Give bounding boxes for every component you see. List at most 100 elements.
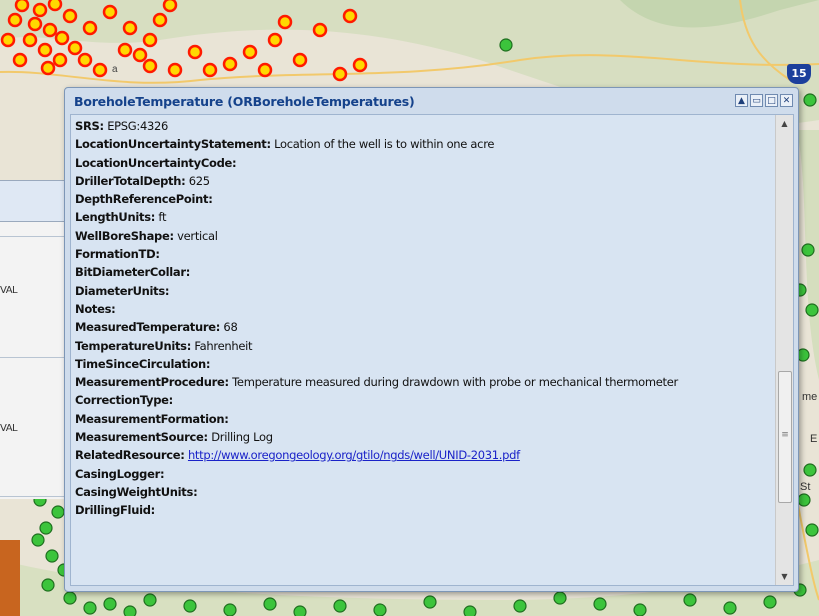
attribute-colon: :	[159, 466, 165, 481]
well-marker[interactable]	[51, 505, 65, 519]
well-marker[interactable]	[82, 20, 98, 36]
well-marker[interactable]	[142, 32, 158, 48]
close-button[interactable]: ✕	[780, 94, 793, 107]
related-resource-link[interactable]: http://www.oregongeology.org/gtilo/ngds/…	[188, 448, 520, 462]
well-marker[interactable]	[805, 523, 819, 537]
well-marker[interactable]	[723, 601, 737, 615]
well-marker[interactable]	[312, 22, 328, 38]
well-marker[interactable]	[162, 0, 178, 13]
well-marker[interactable]	[41, 578, 55, 592]
attribute-row: TimeSinceCirculation:	[75, 355, 765, 373]
popup-title-bar[interactable]: BoreholeTemperature (ORBoreholeTemperatu…	[65, 88, 798, 114]
well-marker[interactable]	[352, 57, 368, 73]
side-panel-divider	[0, 496, 66, 497]
attribute-row: FormationTD:	[75, 245, 765, 263]
well-marker[interactable]	[37, 42, 53, 58]
well-marker[interactable]	[7, 12, 23, 28]
well-marker[interactable]	[202, 62, 218, 78]
attribute-list: SRS: EPSG:4326 LocationUncertaintyStateme…	[75, 117, 765, 520]
well-marker[interactable]	[45, 549, 59, 563]
well-marker[interactable]	[122, 20, 138, 36]
side-panel-label-1: VAL	[0, 285, 18, 296]
well-marker[interactable]	[117, 42, 133, 58]
scroll-up-arrow-icon[interactable]: ▲	[776, 115, 793, 132]
well-marker[interactable]	[333, 599, 347, 613]
well-marker[interactable]	[633, 603, 647, 616]
well-marker[interactable]	[52, 52, 68, 68]
well-marker[interactable]	[102, 4, 118, 20]
vertical-scrollbar[interactable]: ▲ ≡ ▼	[775, 115, 793, 585]
well-marker[interactable]	[257, 62, 273, 78]
well-marker[interactable]	[803, 93, 817, 107]
well-marker[interactable]	[683, 593, 697, 607]
well-marker[interactable]	[797, 493, 811, 507]
scrollbar-thumb[interactable]: ≡	[778, 371, 792, 503]
well-marker[interactable]	[142, 58, 158, 74]
well-marker[interactable]	[187, 44, 203, 60]
attribute-row: SRS: EPSG:4326	[75, 117, 765, 135]
well-marker[interactable]	[803, 463, 817, 477]
well-marker[interactable]	[152, 12, 168, 28]
map-label-right-2: E	[810, 433, 817, 445]
well-marker[interactable]	[143, 593, 157, 607]
well-marker[interactable]	[42, 22, 58, 38]
attribute-colon: :	[205, 356, 211, 371]
attribute-colon: :	[232, 155, 237, 170]
well-marker[interactable]	[423, 595, 437, 609]
well-marker[interactable]	[14, 0, 30, 13]
well-marker[interactable]	[242, 44, 258, 60]
popup-content[interactable]: SRS: EPSG:4326 LocationUncertaintyStateme…	[70, 114, 794, 586]
well-marker[interactable]	[263, 597, 277, 611]
well-marker[interactable]	[63, 591, 77, 605]
side-panel-label-2: VAL	[0, 423, 18, 434]
well-marker[interactable]	[0, 32, 16, 48]
collapse-button[interactable]: ▲	[735, 94, 748, 107]
well-marker[interactable]	[77, 52, 93, 68]
well-marker[interactable]	[513, 599, 527, 613]
well-marker[interactable]	[67, 40, 83, 56]
well-marker[interactable]	[222, 56, 238, 72]
well-marker[interactable]	[267, 32, 283, 48]
attribute-key: WellBoreShape	[75, 228, 170, 243]
attribute-colon: :	[208, 192, 213, 207]
attribute-key: TimeSinceCirculation	[75, 356, 206, 371]
well-marker[interactable]	[373, 603, 387, 616]
well-marker[interactable]	[32, 2, 48, 18]
well-marker[interactable]	[499, 38, 513, 52]
attribute-row: MeasurementFormation:	[75, 410, 765, 428]
well-marker[interactable]	[39, 521, 53, 535]
well-marker[interactable]	[593, 597, 607, 611]
well-marker[interactable]	[62, 8, 78, 24]
well-marker[interactable]	[805, 303, 819, 317]
well-marker[interactable]	[183, 599, 197, 613]
well-marker[interactable]	[103, 597, 117, 611]
well-marker[interactable]	[553, 591, 567, 605]
well-marker[interactable]	[342, 8, 358, 24]
restore-button[interactable]: ▭	[750, 94, 763, 107]
well-marker[interactable]	[83, 601, 97, 615]
well-marker[interactable]	[40, 60, 56, 76]
well-marker[interactable]	[801, 243, 815, 257]
well-marker[interactable]	[763, 595, 777, 609]
well-marker[interactable]	[332, 66, 348, 82]
well-marker[interactable]	[132, 47, 148, 63]
well-marker[interactable]	[123, 605, 137, 616]
well-marker[interactable]	[47, 0, 63, 12]
attribute-row: Notes:	[75, 300, 765, 318]
well-marker[interactable]	[54, 30, 70, 46]
attribute-value: EPSG:4326	[103, 119, 169, 133]
well-marker[interactable]	[293, 605, 307, 616]
well-marker[interactable]	[22, 32, 38, 48]
well-marker[interactable]	[223, 603, 237, 616]
well-marker[interactable]	[31, 533, 45, 547]
well-marker[interactable]	[277, 14, 293, 30]
well-marker[interactable]	[463, 605, 477, 616]
well-marker[interactable]	[92, 62, 108, 78]
scroll-down-arrow-icon[interactable]: ▼	[776, 568, 793, 585]
well-marker[interactable]	[27, 16, 43, 32]
well-marker[interactable]	[167, 62, 183, 78]
well-marker[interactable]	[12, 52, 28, 68]
maximize-button[interactable]: □	[765, 94, 778, 107]
well-marker[interactable]	[292, 52, 308, 68]
attribute-key: MeasuredTemperature	[75, 320, 216, 335]
